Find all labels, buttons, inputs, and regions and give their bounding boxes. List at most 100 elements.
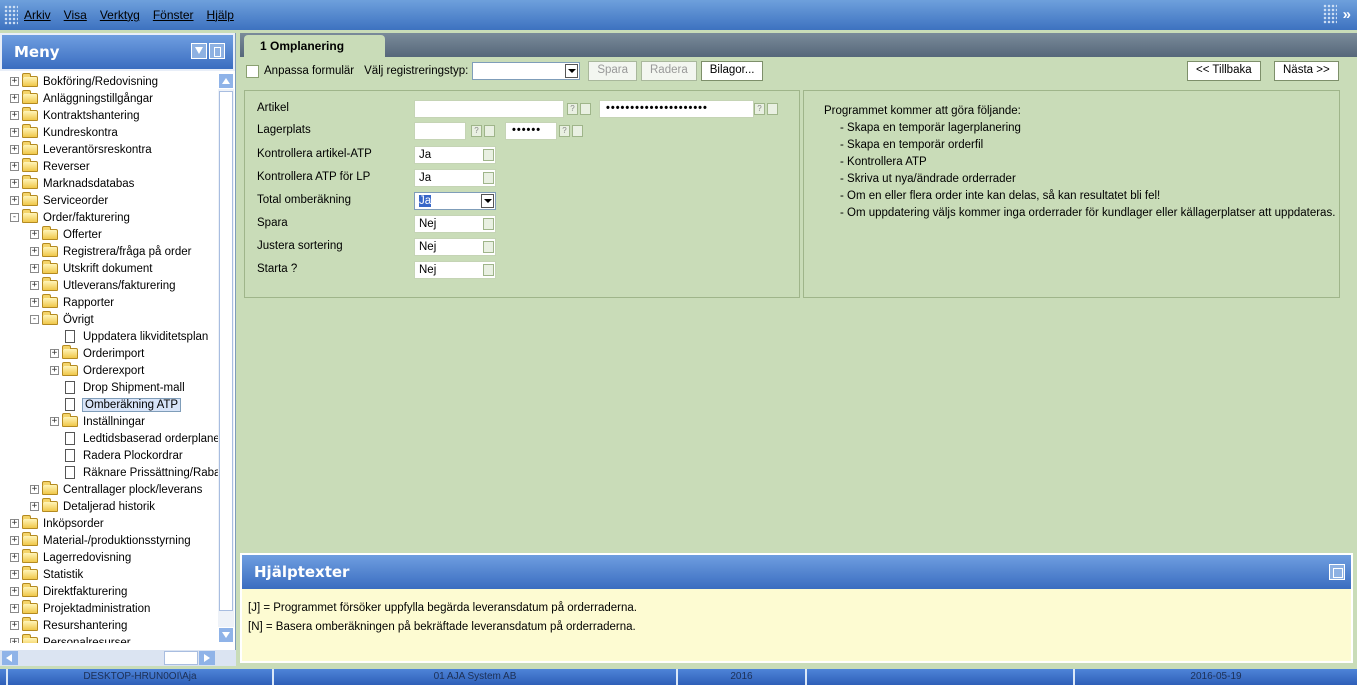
tree-item[interactable]: Radera Plockordrar <box>0 447 218 464</box>
expand-icon[interactable]: + <box>10 111 19 120</box>
justera-select[interactable]: Nej <box>414 238 496 256</box>
tree-item[interactable]: + Registrera/fråga på order <box>0 243 218 260</box>
tree-item[interactable]: Räknare Prissättning/Rabatter <box>0 464 218 481</box>
delete-button[interactable]: Radera <box>641 61 697 81</box>
menu-verktyg[interactable]: Verktyg <box>100 8 140 22</box>
dropdown-arrow-icon[interactable] <box>767 103 778 115</box>
expand-icon[interactable]: + <box>50 366 59 375</box>
expand-icon[interactable]: + <box>10 145 19 154</box>
kontrollera-atp-select[interactable]: Ja <box>414 146 496 164</box>
expand-icon[interactable]: + <box>10 570 19 579</box>
expand-icon[interactable]: + <box>50 417 59 426</box>
tree-item[interactable]: + Material-/produktionsstyrning <box>0 532 218 549</box>
expand-icon[interactable]: + <box>30 298 39 307</box>
dropdown-arrow-icon[interactable] <box>483 218 494 230</box>
scroll-left-icon[interactable] <box>2 651 18 665</box>
tree-item[interactable]: + Utskrift dokument <box>0 260 218 277</box>
tree-item[interactable]: + Orderimport <box>0 345 218 362</box>
expand-icon[interactable]: + <box>30 247 39 256</box>
help-icon[interactable]: ? <box>559 125 570 137</box>
vertical-scrollbar[interactable] <box>218 73 234 643</box>
expand-icon[interactable]: + <box>30 485 39 494</box>
menu-visa[interactable]: Visa <box>64 8 87 22</box>
dropdown-arrow-icon[interactable] <box>580 103 591 115</box>
tree-item[interactable]: + Projektadministration <box>0 600 218 617</box>
expand-icon[interactable]: + <box>10 536 19 545</box>
tree-item[interactable]: + Rapporter <box>0 294 218 311</box>
expand-icon[interactable]: + <box>10 553 19 562</box>
scroll-right-icon[interactable] <box>199 651 215 665</box>
tree-item[interactable]: + Serviceorder <box>0 192 218 209</box>
artikel-input[interactable] <box>414 100 564 118</box>
tree-item[interactable]: Drop Shipment-mall <box>0 379 218 396</box>
tree-item[interactable]: + Detaljerad historik <box>0 498 218 515</box>
customize-form-checkbox[interactable] <box>246 64 259 78</box>
attachments-button[interactable]: Bilagor... <box>700 61 764 81</box>
dropdown-arrow-icon[interactable] <box>565 64 579 78</box>
pin-icon[interactable] <box>209 43 225 59</box>
tab-omplanering[interactable]: 1 Omplanering <box>244 35 385 57</box>
spara-select[interactable]: Nej <box>414 215 496 233</box>
help-icon[interactable]: ? <box>471 125 482 137</box>
expand-icon[interactable]: + <box>50 349 59 358</box>
total-select[interactable]: Ja <box>414 192 496 210</box>
expand-icon[interactable]: + <box>30 264 39 273</box>
grip-icon[interactable] <box>1322 4 1337 24</box>
hscroll-thumb[interactable] <box>164 651 198 665</box>
tree-item[interactable]: + Personalresurser <box>0 634 218 643</box>
expand-icon[interactable]: + <box>10 519 19 528</box>
tree-item[interactable]: + Orderexport <box>0 362 218 379</box>
tree-item[interactable]: Uppdatera likviditetsplan <box>0 328 218 345</box>
expand-icon[interactable]: + <box>10 94 19 103</box>
dropdown-arrow-icon[interactable] <box>481 194 494 208</box>
tree-item[interactable]: + Resurshantering <box>0 617 218 634</box>
dropdown-arrow-icon[interactable] <box>572 125 583 137</box>
chevron-right-icon[interactable]: » <box>1343 6 1351 23</box>
tree-item[interactable]: + Inställningar <box>0 413 218 430</box>
dropdown-arrow-icon[interactable] <box>483 172 494 184</box>
tree-item[interactable]: + Leverantörsreskontra <box>0 141 218 158</box>
horizontal-scrollbar[interactable] <box>0 650 236 666</box>
expand-icon[interactable]: + <box>30 281 39 290</box>
tree-item[interactable]: - Order/fakturering <box>0 209 218 226</box>
starta-select[interactable]: Nej <box>414 261 496 279</box>
next-button[interactable]: Nästa >> <box>1274 61 1339 81</box>
scroll-up-icon[interactable] <box>218 73 234 89</box>
minimize-icon[interactable] <box>1329 564 1345 580</box>
expand-icon[interactable]: + <box>10 179 19 188</box>
scroll-thumb[interactable] <box>219 91 233 611</box>
filter-icon[interactable] <box>191 43 207 59</box>
expand-icon[interactable]: + <box>10 587 19 596</box>
tree-item[interactable]: + Anläggningstillgångar <box>0 90 218 107</box>
tree-item[interactable]: + Kundreskontra <box>0 124 218 141</box>
grip-icon[interactable] <box>4 5 18 25</box>
lagerplats-input[interactable] <box>414 122 466 140</box>
regtype-select[interactable] <box>472 62 581 80</box>
tree-item[interactable]: + Kontraktshantering <box>0 107 218 124</box>
tree-item[interactable]: Ledtidsbaserad orderplanering <box>0 430 218 447</box>
tree-item[interactable]: + Direktfakturering <box>0 583 218 600</box>
back-button[interactable]: << Tillbaka <box>1187 61 1261 81</box>
expand-icon[interactable]: + <box>10 162 19 171</box>
expand-icon[interactable]: + <box>10 604 19 613</box>
save-button[interactable]: Spara <box>588 61 637 81</box>
tree-item[interactable]: + Centrallager plock/leverans <box>0 481 218 498</box>
dropdown-arrow-icon[interactable] <box>484 125 495 137</box>
tree-item[interactable]: + Statistik <box>0 566 218 583</box>
kontrollera-lp-select[interactable]: Ja <box>414 169 496 187</box>
dropdown-arrow-icon[interactable] <box>483 149 494 161</box>
dropdown-arrow-icon[interactable] <box>483 264 494 276</box>
tree-item[interactable]: + Offerter <box>0 226 218 243</box>
expand-icon[interactable]: + <box>10 638 19 643</box>
tree-item[interactable]: + Marknadsdatabas <box>0 175 218 192</box>
help-icon[interactable]: ? <box>754 103 765 115</box>
dropdown-arrow-icon[interactable] <box>483 241 494 253</box>
scroll-down-icon[interactable] <box>218 627 234 643</box>
tree-item[interactable]: + Bokföring/Redovisning <box>0 73 218 90</box>
help-icon[interactable]: ? <box>567 103 578 115</box>
expand-icon[interactable]: + <box>10 621 19 630</box>
expand-icon[interactable]: + <box>30 230 39 239</box>
collapse-icon[interactable]: - <box>30 315 39 324</box>
tree-item[interactable]: + Inköpsorder <box>0 515 218 532</box>
collapse-icon[interactable]: - <box>10 213 19 222</box>
